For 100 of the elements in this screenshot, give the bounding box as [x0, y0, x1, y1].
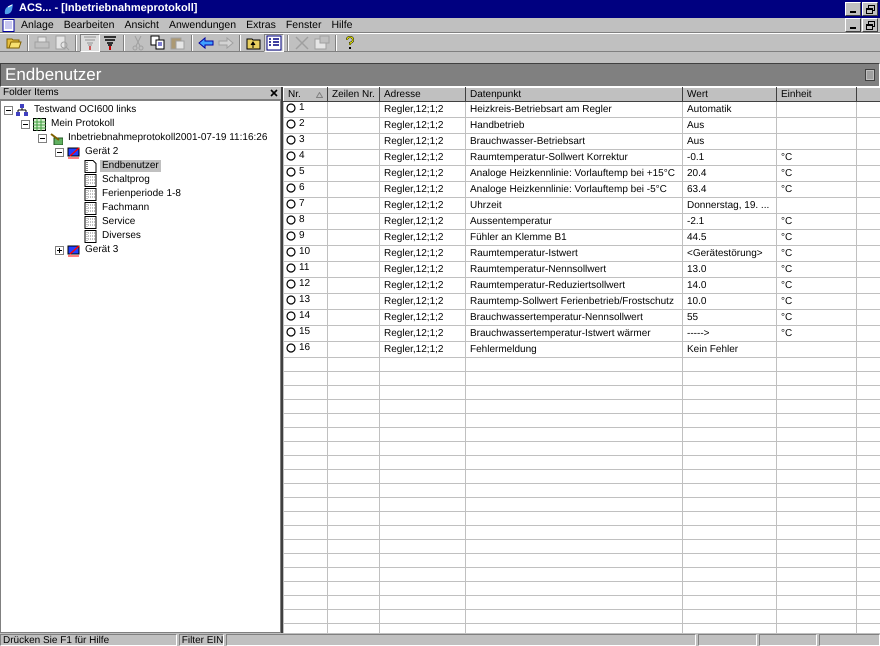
table-cell: Aussentemperatur [466, 214, 682, 230]
table-cell: Regler,12;1;2 [380, 294, 466, 310]
tree-item[interactable]: Schaltprog [100, 174, 152, 186]
tree-item[interactable]: Inbetriebnahmeprotokoll2001-07-19 11:16:26 [66, 132, 270, 144]
window-title: ACS... - [Inbetriebnahmeprotokoll] [19, 2, 198, 16]
grid-icon[interactable] [865, 69, 875, 81]
table-cell: °C [776, 182, 856, 198]
collapse-toggle[interactable] [4, 106, 13, 114]
table-cell: Raumtemperatur-Nennsollwert [466, 262, 682, 278]
column-header[interactable]: Wert [682, 88, 776, 102]
table-cell: 14 [299, 310, 310, 322]
table-cell: Regler,12;1;2 [380, 102, 466, 118]
table-cell: °C [776, 230, 856, 246]
menu-item[interactable]: Ansicht [120, 18, 164, 32]
grid-page-icon [84, 230, 97, 242]
tree-item[interactable]: Fachmann [100, 202, 152, 214]
collapse-toggle[interactable] [21, 120, 30, 128]
table-cell: Raumtemp-Sollwert Ferienbetrieb/Frostschutz [466, 294, 682, 310]
collapse-toggle[interactable] [55, 148, 64, 156]
table-cell: Regler,12;1;2 [380, 118, 466, 134]
table-cell: Regler,12;1;2 [380, 198, 466, 214]
table-cell: 11 [299, 262, 310, 274]
x-icon [294, 34, 310, 50]
column-header[interactable]: Nr. [284, 88, 328, 102]
table-cell: 4 [299, 150, 305, 162]
status-panel [698, 634, 757, 646]
grid-page-icon [84, 202, 97, 214]
table-cell: 2 [299, 118, 305, 130]
table-cell: Fühler an Klemme B1 [466, 230, 682, 246]
table-cell: 12 [299, 278, 310, 290]
column-header[interactable]: Adresse [380, 88, 466, 102]
tree-item[interactable]: Testwand OCI600 links [32, 104, 138, 116]
table-cell: Raumtemperatur-Istwert [466, 246, 682, 262]
column-header[interactable]: Datenpunkt [466, 88, 682, 102]
table-cell: Regler,12;1;2 [380, 326, 466, 342]
table-cell: °C [776, 310, 856, 326]
sort-icon [316, 92, 323, 98]
tree-item[interactable]: Gerät 2 [83, 146, 120, 158]
table-cell: 13.0 [682, 262, 776, 278]
column-header[interactable]: Einheit [776, 88, 856, 102]
grid-page-icon [84, 216, 97, 228]
table-cell: Analoge Heizkennlinie: Vorlauftemp bei +15°C [466, 166, 682, 182]
table-cell: 10.0 [682, 294, 776, 310]
menu-item[interactable]: Fenster [280, 18, 326, 32]
table-cell: 6 [299, 182, 305, 194]
minimize-button[interactable] [845, 18, 861, 32]
table-cell: Kein Fehler [682, 342, 776, 358]
table-cell: Brauchwasser-Betriebsart [466, 134, 682, 150]
table-cell: Aus [682, 118, 776, 134]
tree-item[interactable]: Ferienperiode 1-8 [100, 188, 183, 200]
app-icon [2, 2, 16, 16]
table-cell: Heizkreis-Betriebsart am Regler [466, 102, 682, 118]
table-cell: Regler,12;1;2 [380, 134, 466, 150]
table-cell: Fehlermeldung [466, 342, 682, 358]
menu-item[interactable]: Hilfe [326, 18, 358, 32]
collapse-toggle[interactable] [38, 134, 47, 142]
table-cell: °C [776, 294, 856, 310]
column-header[interactable]: Zeilen Nr. [328, 88, 380, 102]
table-cell: 15 [299, 326, 310, 338]
table-cell: Regler,12;1;2 [380, 150, 466, 166]
menu-item[interactable]: Anwendungen [164, 18, 242, 32]
menu-item[interactable]: Bearbeiten [58, 18, 120, 32]
menu-item[interactable]: Anlage [16, 18, 59, 32]
expand-toggle[interactable] [55, 246, 64, 254]
status-text: Filter EIN [178, 634, 224, 646]
tree-item[interactable]: Service [100, 216, 138, 228]
table-cell: Aus [682, 134, 776, 150]
network-icon [16, 104, 29, 116]
pane-title: Folder Items [3, 87, 60, 99]
tree-item[interactable]: Gerät 3 [83, 244, 120, 256]
table-cell: Regler,12;1;2 [380, 342, 466, 358]
grid-page-icon [84, 188, 97, 200]
restore-button[interactable] [862, 18, 878, 32]
table-cell: °C [776, 262, 856, 278]
status-text: Drücken Sie F1 für Hilfe [0, 634, 177, 646]
table-cell: Raumtemperatur-Sollwert Korrektur [466, 150, 682, 166]
minimize-button[interactable] [845, 2, 861, 16]
table-cell: °C [776, 166, 856, 182]
menu-item[interactable]: Extras [241, 18, 281, 32]
tree-item[interactable]: Mein Protokoll [49, 118, 116, 130]
table-cell: 14.0 [682, 278, 776, 294]
table-cell: Regler,12;1;2 [380, 310, 466, 326]
document-icon[interactable] [2, 18, 16, 32]
status-panel [758, 634, 818, 646]
table-cell: 3 [299, 134, 305, 146]
table-cell: 5 [299, 166, 305, 178]
table-cell: Analoge Heizkennlinie: Vorlauftemp bei -5°C [466, 182, 682, 198]
filter-icon [102, 34, 118, 50]
close-icon[interactable] [270, 89, 278, 97]
restore-button[interactable] [862, 2, 878, 16]
tree-item[interactable]: Endbenutzer [100, 160, 161, 172]
table-cell: -----> [682, 326, 776, 342]
table-cell: <Gerätestörung> [682, 246, 776, 262]
table-cell: Brauchwassertemperatur-Nennsollwert [466, 310, 682, 326]
clipboard-icon [170, 34, 186, 50]
table-cell: 55 [682, 310, 776, 326]
table-cell: 9 [299, 230, 305, 242]
list-view-button[interactable] [264, 34, 284, 52]
tree-item[interactable]: Diverses [100, 230, 143, 242]
table-cell: -0.1 [682, 150, 776, 166]
